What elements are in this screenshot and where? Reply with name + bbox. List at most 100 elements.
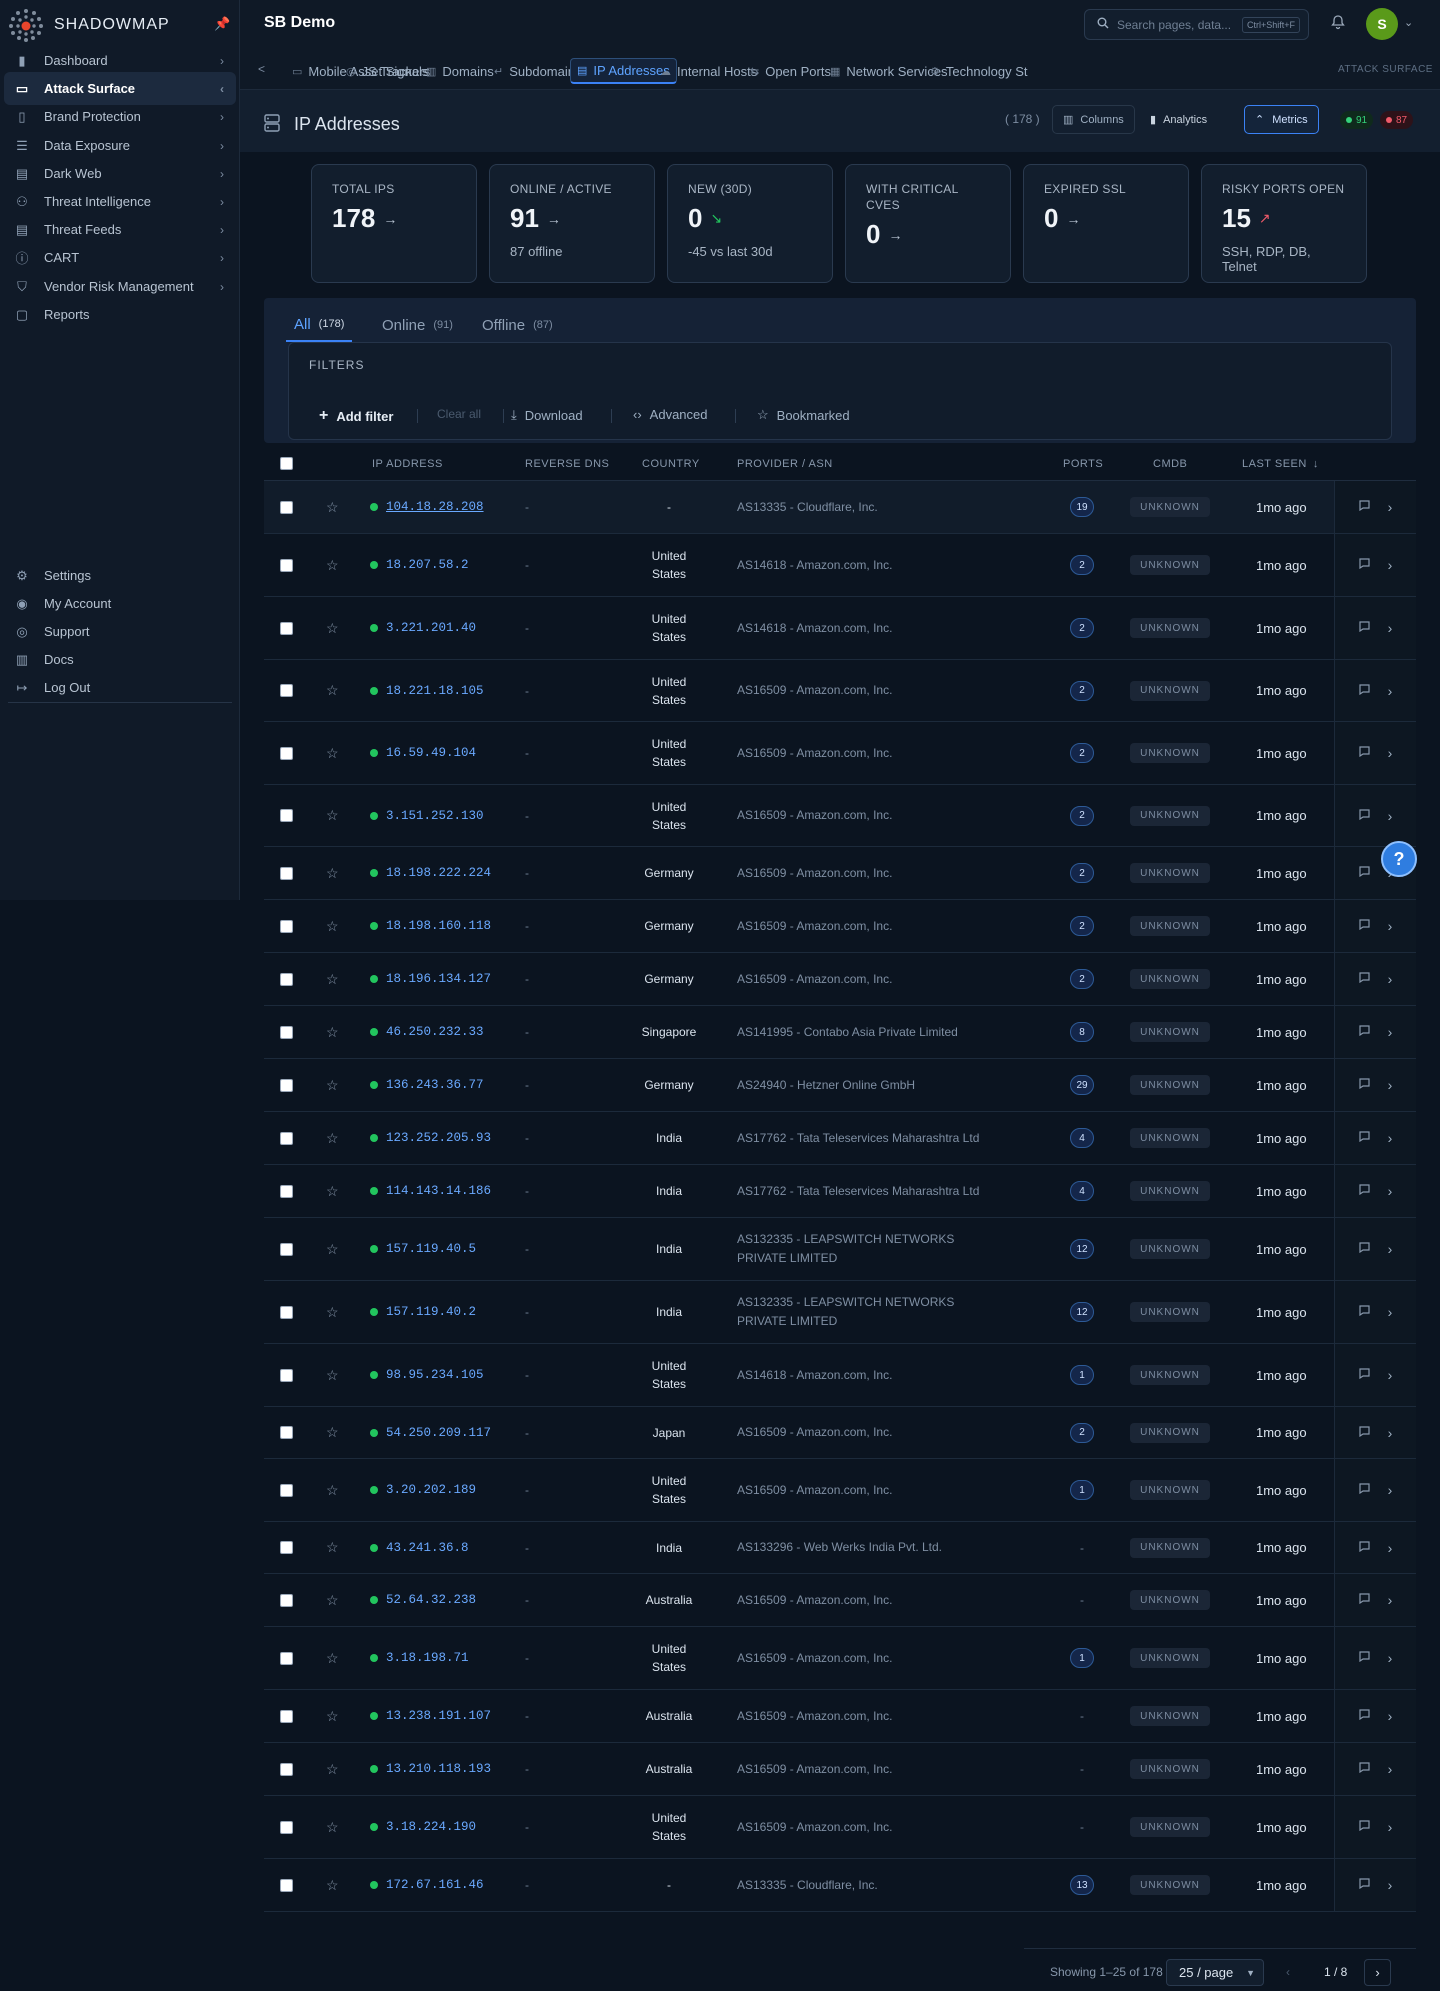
comment-icon[interactable] <box>1359 1368 1370 1382</box>
table-row[interactable]: ☆ 18.198.160.118 - Germany AS16509 - Amazon.… <box>264 900 1416 953</box>
row-checkbox[interactable] <box>280 847 293 899</box>
chevron-right-icon[interactable]: › <box>1388 1024 1393 1040</box>
chevron-right-icon[interactable]: › <box>1388 1130 1393 1146</box>
star-icon[interactable]: ☆ <box>326 597 339 659</box>
checkbox[interactable] <box>280 1483 293 1497</box>
sidebar-item-reports[interactable]: ▢ Reports <box>4 298 236 331</box>
chevron-right-icon[interactable]: › <box>1388 1077 1393 1093</box>
comment-icon[interactable] <box>1359 1305 1370 1319</box>
star-icon[interactable]: ☆ <box>326 1459 339 1521</box>
comment-icon[interactable] <box>1359 558 1370 572</box>
comment-icon[interactable] <box>1359 1242 1370 1256</box>
ports-badge[interactable]: 4 <box>1070 1181 1094 1201</box>
table-row[interactable]: ☆ 13.210.118.193 - Australia AS16509 - Amazo… <box>264 1743 1416 1796</box>
comment-icon[interactable] <box>1359 1131 1370 1145</box>
checkbox[interactable] <box>280 558 293 572</box>
ports-badge[interactable]: 12 <box>1070 1239 1094 1259</box>
subtab-all[interactable]: All (178) <box>286 308 353 342</box>
star-icon[interactable]: ☆ <box>326 847 339 899</box>
comment-icon[interactable] <box>1359 746 1370 760</box>
row-checkbox[interactable] <box>280 1690 293 1742</box>
table-row[interactable]: ☆ 104.18.28.208 - - AS13335 - Cloudflare, In… <box>264 481 1416 534</box>
chevron-right-icon[interactable]: › <box>1388 1592 1393 1608</box>
row-checkbox[interactable] <box>280 722 293 784</box>
table-row[interactable]: ☆ 18.221.18.105 - United States AS16509 - Am… <box>264 660 1416 722</box>
ip-address-link[interactable]: 18.207.58.2 <box>370 534 469 596</box>
metric-card[interactable]: RISKY PORTS OPEN 15 ↗ SSH, RDP, DB, Telnet <box>1201 164 1367 283</box>
chevron-right-icon[interactable]: › <box>1388 1425 1393 1441</box>
comment-icon[interactable] <box>1359 1483 1370 1497</box>
checkbox[interactable] <box>280 1593 293 1607</box>
table-row[interactable]: ☆ 16.59.49.104 - United States AS16509 - Ama… <box>264 722 1416 785</box>
star-icon[interactable]: ☆ <box>326 1796 339 1858</box>
col-provider-asn[interactable]: PROVIDER / ASN <box>737 446 833 481</box>
bookmarked-button[interactable]: ☆ Bookmarked <box>757 407 850 423</box>
row-checkbox[interactable] <box>280 1006 293 1058</box>
ip-address-link[interactable]: 46.250.232.33 <box>370 1006 484 1058</box>
ports-badge[interactable]: 2 <box>1070 969 1094 989</box>
ip-address-link[interactable]: 3.18.224.190 <box>370 1796 476 1858</box>
ports-badge[interactable]: 1 <box>1070 1648 1094 1668</box>
checkbox[interactable] <box>280 809 293 822</box>
row-checkbox[interactable] <box>280 1059 293 1111</box>
comment-icon[interactable] <box>1359 1878 1370 1892</box>
comment-icon[interactable] <box>1359 1820 1370 1834</box>
star-icon[interactable]: ☆ <box>326 1522 339 1573</box>
ports-badge[interactable]: 19 <box>1070 497 1094 517</box>
chevron-right-icon[interactable]: › <box>1388 918 1393 934</box>
ports-badge[interactable]: 8 <box>1070 1022 1094 1042</box>
star-icon[interactable]: ☆ <box>326 1859 339 1911</box>
ports-badge[interactable]: 2 <box>1070 1422 1094 1443</box>
star-icon[interactable]: ☆ <box>326 1281 339 1343</box>
checkbox[interactable] <box>280 1025 293 1039</box>
add-filter-button[interactable]: + Add filter <box>319 407 393 425</box>
star-icon[interactable]: ☆ <box>326 1059 339 1111</box>
row-checkbox[interactable] <box>280 900 293 952</box>
table-row[interactable]: ☆ 52.64.32.238 - Australia AS16509 - Amazon.… <box>264 1574 1416 1627</box>
checkbox[interactable] <box>280 1305 293 1319</box>
ports-badge[interactable]: 12 <box>1070 1302 1094 1322</box>
table-row[interactable]: ☆ 43.241.36.8 - India AS133296 - Web Werks I… <box>264 1522 1416 1574</box>
ports-badge[interactable]: 2 <box>1070 680 1094 701</box>
comment-icon[interactable] <box>1359 1540 1370 1555</box>
checkbox[interactable] <box>280 1709 293 1723</box>
comment-icon[interactable] <box>1359 500 1370 514</box>
chevron-right-icon[interactable]: › <box>1388 1367 1393 1383</box>
star-icon[interactable]: ☆ <box>326 1743 339 1795</box>
table-row[interactable]: ☆ 136.243.36.77 - Germany AS24940 - Hetzner … <box>264 1059 1416 1112</box>
analytics-button[interactable]: ▮ Analytics <box>1140 105 1217 134</box>
comment-icon[interactable] <box>1359 621 1370 635</box>
table-row[interactable]: ☆ 3.221.201.40 - United States AS14618 - Ama… <box>264 597 1416 660</box>
tab-technology-st[interactable]: ⚙ Technology St <box>924 58 1034 84</box>
checkbox[interactable] <box>280 1078 293 1092</box>
ip-address-link[interactable]: 13.238.191.107 <box>370 1690 491 1742</box>
chevron-right-icon[interactable]: › <box>1388 971 1393 987</box>
ip-address-link[interactable]: 18.198.160.118 <box>370 900 491 952</box>
star-icon[interactable]: ☆ <box>326 1407 339 1458</box>
prev-page-button[interactable]: ‹ <box>1286 1965 1290 1979</box>
ports-badge[interactable]: 4 <box>1070 1128 1094 1148</box>
comment-icon[interactable] <box>1359 1709 1370 1723</box>
ip-address-link[interactable]: 3.18.198.71 <box>370 1627 469 1689</box>
star-icon[interactable]: ☆ <box>326 660 339 721</box>
row-checkbox[interactable] <box>280 1743 293 1795</box>
metric-card[interactable]: WITH CRITICAL CVES 0 → <box>845 164 1011 283</box>
comment-icon[interactable] <box>1359 866 1370 880</box>
chevron-right-icon[interactable]: › <box>1388 557 1393 573</box>
star-icon[interactable]: ☆ <box>326 1165 339 1217</box>
chevron-right-icon[interactable]: › <box>1388 1304 1393 1320</box>
star-icon[interactable]: ☆ <box>326 534 339 596</box>
subtab-offline[interactable]: Offline (87) <box>482 308 553 342</box>
ports-badge[interactable]: 2 <box>1070 805 1094 826</box>
download-button[interactable]: ⤓ Download <box>511 407 583 423</box>
metric-card[interactable]: ONLINE / ACTIVE 91 → 87 offline <box>489 164 655 283</box>
ip-address-link[interactable]: 3.20.202.189 <box>370 1459 476 1521</box>
ip-address-link[interactable]: 157.119.40.5 <box>370 1218 476 1280</box>
comment-icon[interactable] <box>1359 1762 1370 1776</box>
table-row[interactable]: ☆ 18.207.58.2 - United States AS14618 - Amaz… <box>264 534 1416 597</box>
col-cmdb[interactable]: CMDB <box>1153 446 1187 481</box>
table-row[interactable]: ☆ 13.238.191.107 - Australia AS16509 - Amazo… <box>264 1690 1416 1743</box>
ip-address-link[interactable]: 52.64.32.238 <box>370 1574 476 1626</box>
star-icon[interactable]: ☆ <box>326 1006 339 1058</box>
metrics-button[interactable]: ⌃ Metrics <box>1244 105 1319 134</box>
